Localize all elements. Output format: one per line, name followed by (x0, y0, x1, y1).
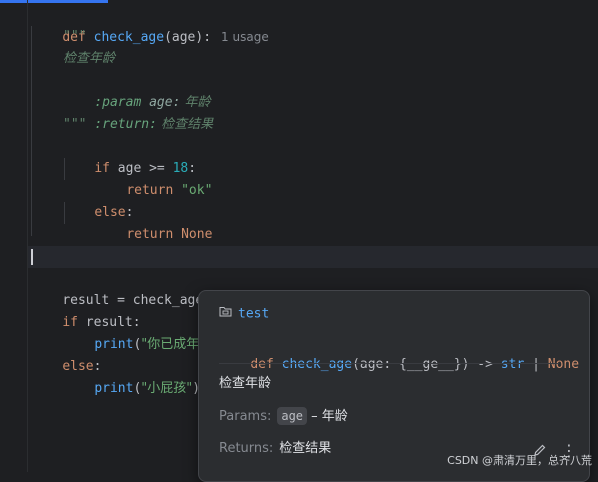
docstring-close: """ (63, 117, 87, 132)
folder-module-icon (219, 304, 232, 324)
keyword: def (250, 357, 282, 372)
code-line: else: (31, 334, 101, 374)
code-text: (age): (164, 30, 212, 45)
function-name: check_age (281, 357, 353, 372)
builtin-call: print (94, 381, 134, 396)
doc-return-desc: 检查结果 (156, 117, 214, 132)
returns-description: 检查结果 (279, 441, 332, 456)
string-literal: "你已成年" (141, 337, 206, 352)
watermark: CSDN @肃清万里，总齐八荒 (447, 454, 592, 467)
keyword: None (173, 227, 213, 242)
code-line: result = check_age(16) (31, 268, 234, 308)
param-description: – 年龄 (307, 409, 348, 424)
code-line: if result: (31, 290, 140, 330)
code-line: def check_age(age): 1 usage (31, 4, 268, 45)
docstring-param-line: :param age: 年龄 (63, 70, 210, 110)
code-line: return None (95, 202, 212, 242)
returns-row: Returns: 检查结果 (219, 437, 331, 461)
type-separator: | (524, 357, 548, 372)
param-chip: age (277, 407, 308, 425)
params-row: Params: age – 年龄 (219, 405, 348, 429)
signature-params: (age: {__ge__}) -> (352, 357, 501, 372)
string-literal: "ok" (173, 183, 213, 198)
keyword: None (547, 357, 580, 372)
function-name[interactable]: check_age (94, 30, 164, 45)
docstring-open: """ (63, 29, 87, 44)
code-line: else: (63, 180, 133, 220)
current-line-highlight (28, 246, 598, 268)
doc-tag: :return: (94, 117, 157, 132)
text-caret (31, 249, 33, 265)
code-line: print("你已成年") (63, 312, 213, 352)
divider (219, 363, 559, 364)
gutter-divider (27, 0, 28, 472)
code-line: print("小屁孩") (63, 356, 200, 396)
docstring-return-line: :return: 检查结果 (63, 92, 213, 132)
string-literal: "小屁孩" (141, 381, 193, 396)
return-type-link[interactable]: str (501, 357, 524, 372)
function-signature: def check_age(age: {__ge__}) -> str | No… (219, 332, 579, 372)
editor-tab-indicator (0, 0, 108, 3)
docstring-summary: 检查年龄 (63, 51, 116, 66)
code-line: if age >= 18: (63, 136, 196, 176)
usage-hint[interactable]: 1 usage (221, 30, 269, 44)
doc-description: 检查年龄 (219, 376, 272, 391)
module-link[interactable]: test (219, 304, 269, 324)
module-name[interactable]: test (238, 307, 269, 322)
keyword: return (126, 227, 174, 242)
code-line: return "ok" (95, 158, 212, 198)
params-label: Params: (219, 409, 272, 424)
returns-label: Returns: (219, 441, 274, 456)
